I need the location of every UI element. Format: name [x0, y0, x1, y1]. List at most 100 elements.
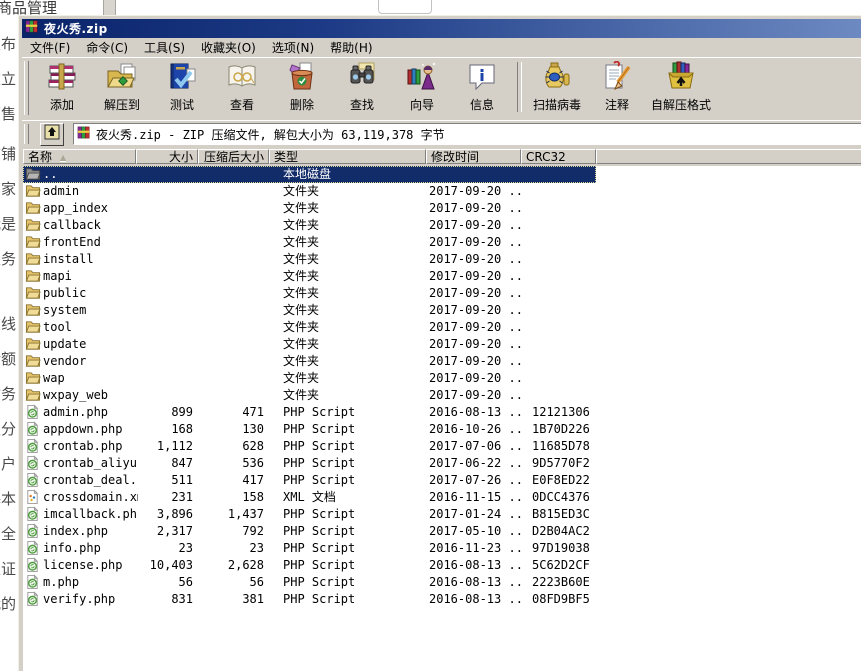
- table-row[interactable]: app_index文件夹2017-09-20 ...: [23, 200, 861, 217]
- file-name: index.php: [43, 523, 138, 540]
- table-row[interactable]: tool文件夹2017-09-20 ...: [23, 319, 861, 336]
- file-size: 831: [136, 591, 193, 608]
- column-header-name[interactable]: 名称▲: [23, 149, 136, 164]
- folder-icon: [25, 268, 41, 284]
- address-bar: 夜火秀.zip - ZIP 压缩文件, 解包大小为 63,119,378 字节: [22, 120, 861, 147]
- background-menu-item-fragment: 我是: [0, 213, 16, 234]
- php-icon: [25, 557, 41, 573]
- table-row[interactable]: update文件夹2017-09-20 ...: [23, 336, 861, 353]
- table-row[interactable]: appdown.php168130PHP Script2016-10-26 ..…: [23, 421, 861, 438]
- table-row[interactable]: wap文件夹2017-09-20 ...: [23, 370, 861, 387]
- table-row[interactable]: imcallback.php3,8961,437PHP Script2017-0…: [23, 506, 861, 523]
- menu-item-文件F[interactable]: 文件(F): [22, 37, 78, 58]
- comment-button[interactable]: 注释: [587, 58, 647, 118]
- column-header-crc[interactable]: CRC32: [521, 149, 596, 164]
- file-size: [136, 302, 193, 319]
- modified-time: 2017-06-22 ...: [426, 455, 521, 472]
- view-button[interactable]: 查看: [212, 58, 272, 118]
- modified-time: 2017-09-20 ...: [426, 217, 521, 234]
- table-row[interactable]: wxpay_web文件夹2017-09-20 ...: [23, 387, 861, 404]
- scan-button[interactable]: 扫描病毒: [527, 58, 587, 118]
- winrar-archive-icon: [25, 19, 40, 38]
- table-row[interactable]: crontab_aliyu...847536PHP Script2017-06-…: [23, 455, 861, 472]
- file-name: crontab_deal.php: [43, 472, 138, 489]
- comment-label: 注释: [605, 96, 629, 113]
- table-row[interactable]: frontEnd文件夹2017-09-20 ...: [23, 234, 861, 251]
- table-row[interactable]: license.php10,4032,628PHP Script2016-08-…: [23, 557, 861, 574]
- crc32-value: [521, 336, 596, 353]
- crc32-value: 1B70D226: [521, 421, 596, 438]
- table-row[interactable]: info.php2323PHP Script2016-11-23 ...97D1…: [23, 540, 861, 557]
- packed-size: 2,628: [198, 557, 264, 574]
- table-row[interactable]: crontab_deal.php511417PHP Script2017-07-…: [23, 472, 861, 489]
- background-menu-item-fragment: 基本: [0, 488, 16, 509]
- table-row[interactable]: verify.php831381PHP Script2016-08-13 ...…: [23, 591, 861, 608]
- up-directory-button[interactable]: [40, 123, 64, 146]
- test-button[interactable]: 测试: [152, 58, 212, 118]
- modified-time: 2017-09-20 ...: [426, 251, 521, 268]
- wizard-button[interactable]: 向导: [392, 58, 452, 118]
- find-button[interactable]: 查找: [332, 58, 392, 118]
- table-row[interactable]: mapi文件夹2017-09-20 ...: [23, 268, 861, 285]
- table-row[interactable]: m.php5656PHP Script2016-08-13 ...2223B60…: [23, 574, 861, 591]
- menu-item-帮助H[interactable]: 帮助(H): [322, 37, 380, 58]
- delete-button[interactable]: 删除: [272, 58, 332, 118]
- file-type: 文件夹: [269, 234, 422, 251]
- file-size: 56: [136, 574, 193, 591]
- file-size: [136, 336, 193, 353]
- toolbar-grip[interactable]: [24, 61, 29, 115]
- file-type: PHP Script: [269, 472, 422, 489]
- folder-icon: [25, 336, 41, 352]
- file-size: 1,112: [136, 438, 193, 455]
- column-header-mod[interactable]: 修改时间: [426, 149, 521, 164]
- column-header-type[interactable]: 类型: [269, 149, 426, 164]
- modified-time: 2017-09-20 ...: [426, 302, 521, 319]
- up-folder-icon: [44, 124, 60, 144]
- title-bar[interactable]: 夜火秀.zip: [22, 19, 861, 38]
- packed-size: [198, 268, 264, 285]
- table-row[interactable]: crontab.php1,112628PHP Script2017-07-06 …: [23, 438, 861, 455]
- file-name: callback: [43, 217, 138, 234]
- table-row[interactable]: vendor文件夹2017-09-20 ...: [23, 353, 861, 370]
- menu-item-命令C[interactable]: 命令(C): [78, 37, 136, 58]
- menu-item-工具S[interactable]: 工具(S): [136, 37, 193, 58]
- php-icon: [25, 506, 41, 522]
- addressbar-grip[interactable]: [24, 124, 29, 144]
- table-row[interactable]: callback 文件夹2017-09-20 ...: [23, 217, 861, 234]
- table-row[interactable]: admin.php899471PHP Script2016-08-13 ...1…: [23, 404, 861, 421]
- background-menu-item-fragment: 发布: [0, 33, 16, 54]
- table-row[interactable]: index.php2,317792PHP Script2017-05-10 ..…: [23, 523, 861, 540]
- modified-time: 2017-09-20 ...: [426, 336, 521, 353]
- table-row[interactable]: ..本地磁盘: [23, 166, 861, 183]
- extract-button[interactable]: 解压到: [92, 58, 152, 118]
- file-size: [136, 251, 193, 268]
- table-row[interactable]: system文件夹2017-09-20 ...: [23, 302, 861, 319]
- info-button[interactable]: 信息: [452, 58, 512, 118]
- table-row[interactable]: install文件夹2017-09-20 ...: [23, 251, 861, 268]
- table-row[interactable]: crossdomain.xml231158XML 文档2016-11-15 ..…: [23, 489, 861, 506]
- packed-size: 417: [198, 472, 264, 489]
- table-row[interactable]: admin文件夹2017-09-20 ...: [23, 183, 861, 200]
- table-row[interactable]: public文件夹2017-09-20 ...: [23, 285, 861, 302]
- file-size: 847: [136, 455, 193, 472]
- modified-time: 2017-07-06 ...: [426, 438, 521, 455]
- file-name: crontab_aliyu...: [43, 455, 138, 472]
- test-label: 测试: [170, 96, 194, 113]
- column-header-packed[interactable]: 压缩后大小: [198, 149, 269, 164]
- menu-item-选项N[interactable]: 选项(N): [264, 37, 322, 58]
- add-button[interactable]: 添加: [32, 58, 92, 118]
- column-header-size[interactable]: 大小: [136, 149, 198, 164]
- packed-size: 23: [198, 540, 264, 557]
- folder-icon: [25, 234, 41, 250]
- file-type: 文件夹: [269, 217, 422, 234]
- folder-icon: [25, 183, 41, 199]
- archive-path-field[interactable]: 夜火秀.zip - ZIP 压缩文件, 解包大小为 63,119,378 字节: [73, 123, 861, 145]
- packed-size: [198, 166, 264, 183]
- sfx-button[interactable]: 自解压格式: [647, 58, 715, 118]
- sort-ascending-icon: ▲: [60, 153, 66, 162]
- menu-item-收藏夹O[interactable]: 收藏夹(O): [193, 37, 264, 58]
- background-menu-item-fragment: 服务: [0, 248, 16, 269]
- folder-icon: [25, 387, 41, 403]
- php-icon: [25, 574, 41, 590]
- column-header-filler: [596, 149, 861, 164]
